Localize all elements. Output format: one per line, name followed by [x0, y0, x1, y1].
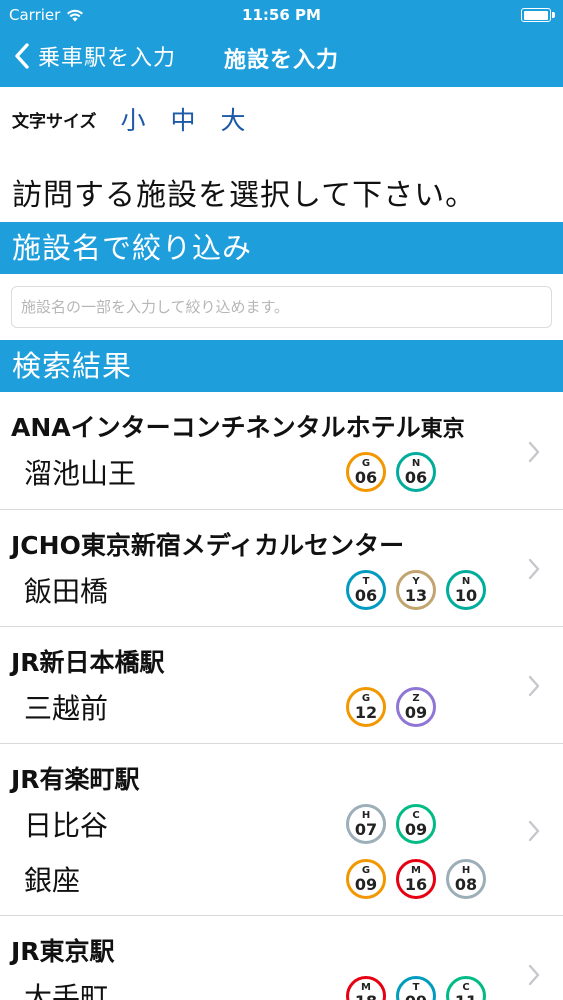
chevron-right-icon [527, 820, 541, 842]
line-badges: G 06 N 06 [346, 452, 436, 492]
back-button-label: 乗車駅を入力 [38, 46, 177, 71]
line-badge: Z 09 [396, 687, 436, 727]
station-name: 日比谷 [24, 809, 109, 842]
line-badge: G 12 [346, 687, 386, 727]
facility-name: JCHO東京新宿メディカルセンター [11, 531, 405, 560]
line-number: 18 [355, 994, 377, 1000]
instruction-text: 訪問する施設を選択して下さい。 [12, 178, 477, 213]
line-number: 10 [454, 586, 478, 605]
line-badge: Y 13 [396, 570, 436, 610]
line-badge: N 10 [446, 570, 486, 610]
facility-name: ANAインターコンチネンタルホテル東京 [11, 408, 465, 444]
line-badges: M18 T09 C11 [346, 976, 486, 1000]
filter-section-header: 施設名で絞り込み [0, 222, 563, 274]
facility-filter-input[interactable] [12, 287, 551, 327]
line-number: 11 [455, 994, 477, 1000]
clock: 11:56 PM [242, 6, 321, 24]
chevron-right-icon [527, 558, 541, 580]
line-number: 09 [405, 994, 427, 1000]
page-title: 施設を入力 [224, 48, 340, 73]
line-badge: M18 [346, 976, 386, 1000]
result-row-ana-intercontinental[interactable]: ANAインターコンチネンタルホテル東京 溜池山王 G 06 N 06 [0, 392, 563, 510]
line-badges: G 12 Z 09 [346, 687, 436, 727]
chevron-left-icon [14, 43, 30, 69]
line-badge: H 07 [346, 804, 386, 844]
font-size-large-option[interactable]: 大 [221, 101, 246, 137]
result-row-jr-shin-nihombashi[interactable]: JR新日本橋駅 三越前 G 12 Z 09 [0, 627, 563, 744]
font-size-medium-option[interactable]: 中 [171, 101, 196, 137]
font-size-small-option[interactable]: 小 [121, 101, 146, 137]
facility-name: JR東京駅 [11, 937, 115, 966]
chevron-right-icon [527, 675, 541, 697]
line-badge: C 09 [396, 804, 436, 844]
line-number: 06 [354, 468, 378, 487]
line-number: 13 [404, 586, 428, 605]
results-list: ANAインターコンチネンタルホテル東京 溜池山王 G 06 N 06 JCHO東京新… [0, 392, 563, 1000]
line-number: 07 [354, 820, 378, 839]
line-badges: G 09 M 16 H 08 [346, 859, 486, 899]
line-number: 09 [404, 820, 428, 839]
top-bar: Carrier 11:56 PM 乗車駅を入力 施設を入力 [0, 0, 563, 87]
line-badge: G 06 [346, 452, 386, 492]
back-button[interactable]: 乗車駅を入力 [14, 40, 176, 72]
font-size-selector: 文字サイズ 小 中 大 [12, 101, 271, 137]
line-number: 16 [404, 875, 428, 894]
line-badges: T 06 Y 13 N 10 [346, 570, 486, 610]
line-number: 12 [354, 703, 378, 722]
line-badge: H 08 [446, 859, 486, 899]
station-name: 三越前 [24, 692, 109, 725]
results-section-header: 検索結果 [0, 340, 563, 392]
line-badges: H 07 C 09 [346, 804, 436, 844]
line-number: 09 [354, 875, 378, 894]
line-badge: M 16 [396, 859, 436, 899]
facility-name: JR新日本橋駅 [11, 648, 165, 677]
facility-name-suffix: 東京 [420, 417, 465, 442]
facility-name-main: ANAインターコンチネンタルホテル [11, 413, 421, 442]
line-badge: G 09 [346, 859, 386, 899]
result-row-jr-yurakucho[interactable]: JR有楽町駅 日比谷 H 07 C 09 銀座 G 09 M 16 H 08 [0, 744, 563, 916]
station-name: 飯田橋 [24, 575, 109, 608]
station-name: 溜池山王 [24, 457, 137, 490]
facility-name: JR有楽町駅 [11, 765, 140, 794]
line-number: 08 [454, 875, 478, 894]
line-badge: N 06 [396, 452, 436, 492]
line-badge: C11 [446, 976, 486, 1000]
battery-icon [521, 8, 555, 22]
chevron-right-icon [527, 964, 541, 986]
line-number: 06 [354, 586, 378, 605]
line-number: 09 [404, 703, 428, 722]
font-size-label: 文字サイズ [12, 111, 97, 132]
result-row-jr-tokyo[interactable]: JR東京駅 大手町 M18 T09 C11 [0, 916, 563, 1000]
result-row-jcho-medical-center[interactable]: JCHO東京新宿メディカルセンター 飯田橋 T 06 Y 13 N 10 [0, 510, 563, 627]
station-name: 大手町 [24, 981, 109, 1000]
status-bar: Carrier 11:56 PM [0, 0, 563, 30]
chevron-right-icon [527, 441, 541, 463]
facility-filter-field[interactable] [11, 286, 552, 328]
line-number: 06 [404, 468, 428, 487]
line-badge: T09 [396, 976, 436, 1000]
station-name: 銀座 [24, 864, 81, 897]
navigation-bar: 乗車駅を入力 施設を入力 [0, 30, 563, 87]
line-badge: T 06 [346, 570, 386, 610]
